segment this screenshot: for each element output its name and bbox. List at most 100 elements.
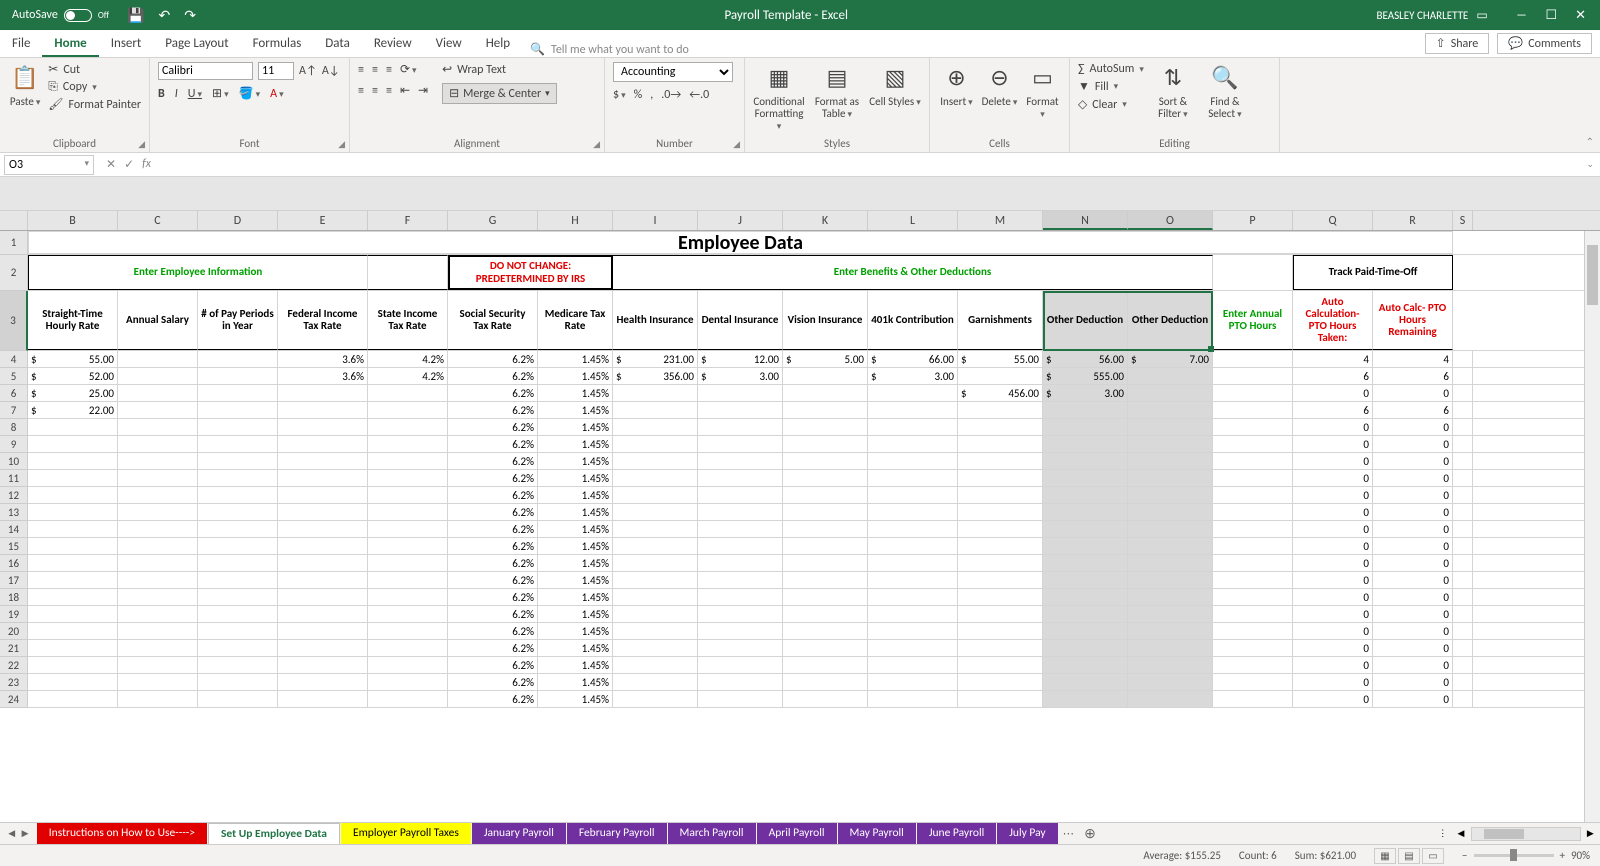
data-cell[interactable]	[958, 538, 1043, 554]
data-cell[interactable]	[1453, 368, 1473, 384]
data-cell[interactable]: 6.2%	[448, 657, 538, 673]
data-cell[interactable]: 6.2%	[448, 572, 538, 588]
data-cell[interactable]: 6.2%	[448, 521, 538, 537]
data-cell[interactable]	[1213, 385, 1293, 401]
name-box[interactable]: O3▾	[4, 155, 94, 175]
data-cell[interactable]: 6.2%	[448, 470, 538, 486]
font-size-input[interactable]	[258, 62, 294, 80]
data-cell[interactable]	[198, 521, 278, 537]
section-header[interactable]: Enter Benefits & Other Deductions	[613, 255, 1213, 290]
row-header[interactable]: 21	[0, 640, 28, 657]
sheet-tab[interactable]: Instructions on How to Use---->	[37, 823, 207, 844]
data-cell[interactable]: 6.2%	[448, 504, 538, 520]
data-cell[interactable]	[1128, 606, 1213, 622]
data-cell[interactable]: 1.45%	[538, 402, 613, 418]
column-header-cell[interactable]: Other Deduction	[1043, 291, 1128, 350]
fx-icon[interactable]: fx	[142, 157, 151, 172]
zoom-level[interactable]: 90%	[1571, 849, 1590, 862]
data-cell[interactable]	[28, 572, 118, 588]
data-cell[interactable]: 6.2%	[448, 555, 538, 571]
sheet-tab[interactable]: July Pay	[997, 823, 1057, 844]
data-cell[interactable]: 0	[1373, 555, 1453, 571]
data-cell[interactable]	[198, 385, 278, 401]
ribbon-options-icon[interactable]: ▭	[1476, 8, 1487, 23]
zoom-out-icon[interactable]: −	[1462, 849, 1467, 862]
data-cell[interactable]	[868, 606, 958, 622]
data-cell[interactable]	[1213, 640, 1293, 656]
data-cell[interactable]	[118, 640, 198, 656]
share-button[interactable]: ⇧Share	[1425, 33, 1490, 54]
column-header-cell[interactable]: Auto Calculation- PTO Hours Taken:	[1293, 291, 1373, 350]
tab-nav-left-icon[interactable]: ◄	[6, 827, 17, 841]
data-cell[interactable]: 3.6%	[278, 368, 368, 384]
data-cell[interactable]	[368, 538, 448, 554]
data-cell[interactable]: 4	[1293, 351, 1373, 367]
data-cell[interactable]: 1.45%	[538, 385, 613, 401]
column-header-cell[interactable]: Dental Insurance	[698, 291, 783, 350]
find-select-button[interactable]: 🔍Find & Select	[1202, 62, 1248, 120]
data-cell[interactable]	[783, 402, 868, 418]
format-as-table-button[interactable]: ▤Format as Table	[811, 62, 863, 120]
column-header-R[interactable]: R	[1373, 211, 1453, 230]
column-header-O[interactable]: O	[1128, 211, 1213, 230]
data-cell[interactable]	[118, 623, 198, 639]
data-cell[interactable]	[1213, 487, 1293, 503]
page-break-view-icon[interactable]: ▭	[1422, 848, 1444, 864]
data-cell[interactable]	[868, 657, 958, 673]
data-cell[interactable]	[958, 487, 1043, 503]
column-header-S[interactable]: S	[1453, 211, 1473, 230]
data-cell[interactable]: 0	[1293, 521, 1373, 537]
data-cell[interactable]	[698, 402, 783, 418]
data-cell[interactable]	[28, 589, 118, 605]
data-cell[interactable]: 1.45%	[538, 521, 613, 537]
data-cell[interactable]: 0	[1293, 691, 1373, 707]
data-cell[interactable]	[278, 640, 368, 656]
increase-font-icon[interactable]: A↑	[299, 64, 317, 78]
row-header[interactable]: 5	[0, 368, 28, 385]
data-cell[interactable]	[1213, 691, 1293, 707]
column-header-cell[interactable]: Social Security Tax Rate	[448, 291, 538, 350]
data-cell[interactable]: 0	[1373, 623, 1453, 639]
data-cell[interactable]	[1128, 385, 1213, 401]
data-cell[interactable]	[118, 538, 198, 554]
data-cell[interactable]: 0	[1373, 453, 1453, 469]
data-cell[interactable]: 1.45%	[538, 606, 613, 622]
data-cell[interactable]	[1128, 572, 1213, 588]
data-cell[interactable]	[28, 521, 118, 537]
data-cell[interactable]	[1043, 691, 1128, 707]
comments-button[interactable]: 💬Comments	[1497, 33, 1592, 54]
menu-tab-review[interactable]: Review	[362, 30, 424, 57]
data-cell[interactable]	[698, 436, 783, 452]
data-cell[interactable]	[368, 606, 448, 622]
data-cell[interactable]: 6.2%	[448, 351, 538, 367]
maximize-icon[interactable]: ☐	[1545, 8, 1557, 23]
data-cell[interactable]	[1043, 521, 1128, 537]
data-cell[interactable]: 0	[1373, 589, 1453, 605]
data-cell[interactable]	[1213, 419, 1293, 435]
data-cell[interactable]	[613, 589, 698, 605]
data-cell[interactable]	[278, 657, 368, 673]
data-cell[interactable]	[278, 453, 368, 469]
data-cell[interactable]	[783, 419, 868, 435]
data-cell[interactable]	[783, 640, 868, 656]
autosave-toggle[interactable]: AutoSave Off	[12, 8, 109, 22]
column-header-cell[interactable]: Annual Salary	[118, 291, 198, 350]
data-cell[interactable]	[118, 385, 198, 401]
data-cell[interactable]: 0	[1373, 470, 1453, 486]
increase-decimal-icon[interactable]: .0→	[661, 88, 681, 102]
hscroll-left-icon[interactable]: ◄	[1451, 827, 1470, 841]
cell-styles-button[interactable]: ▧Cell Styles	[869, 62, 921, 108]
data-cell[interactable]: 0	[1373, 436, 1453, 452]
data-cell[interactable]: 6.2%	[448, 538, 538, 554]
data-cell[interactable]: 0	[1293, 504, 1373, 520]
data-cell[interactable]	[698, 572, 783, 588]
data-cell[interactable]	[28, 691, 118, 707]
zoom-in-icon[interactable]: +	[1560, 849, 1565, 862]
title-cell[interactable]: Employee Data	[28, 231, 1453, 254]
data-cell[interactable]: 0	[1373, 640, 1453, 656]
data-cell[interactable]	[198, 589, 278, 605]
cell[interactable]	[1213, 255, 1293, 290]
row-header[interactable]: 10	[0, 453, 28, 470]
data-cell[interactable]	[1213, 572, 1293, 588]
data-cell[interactable]	[368, 436, 448, 452]
